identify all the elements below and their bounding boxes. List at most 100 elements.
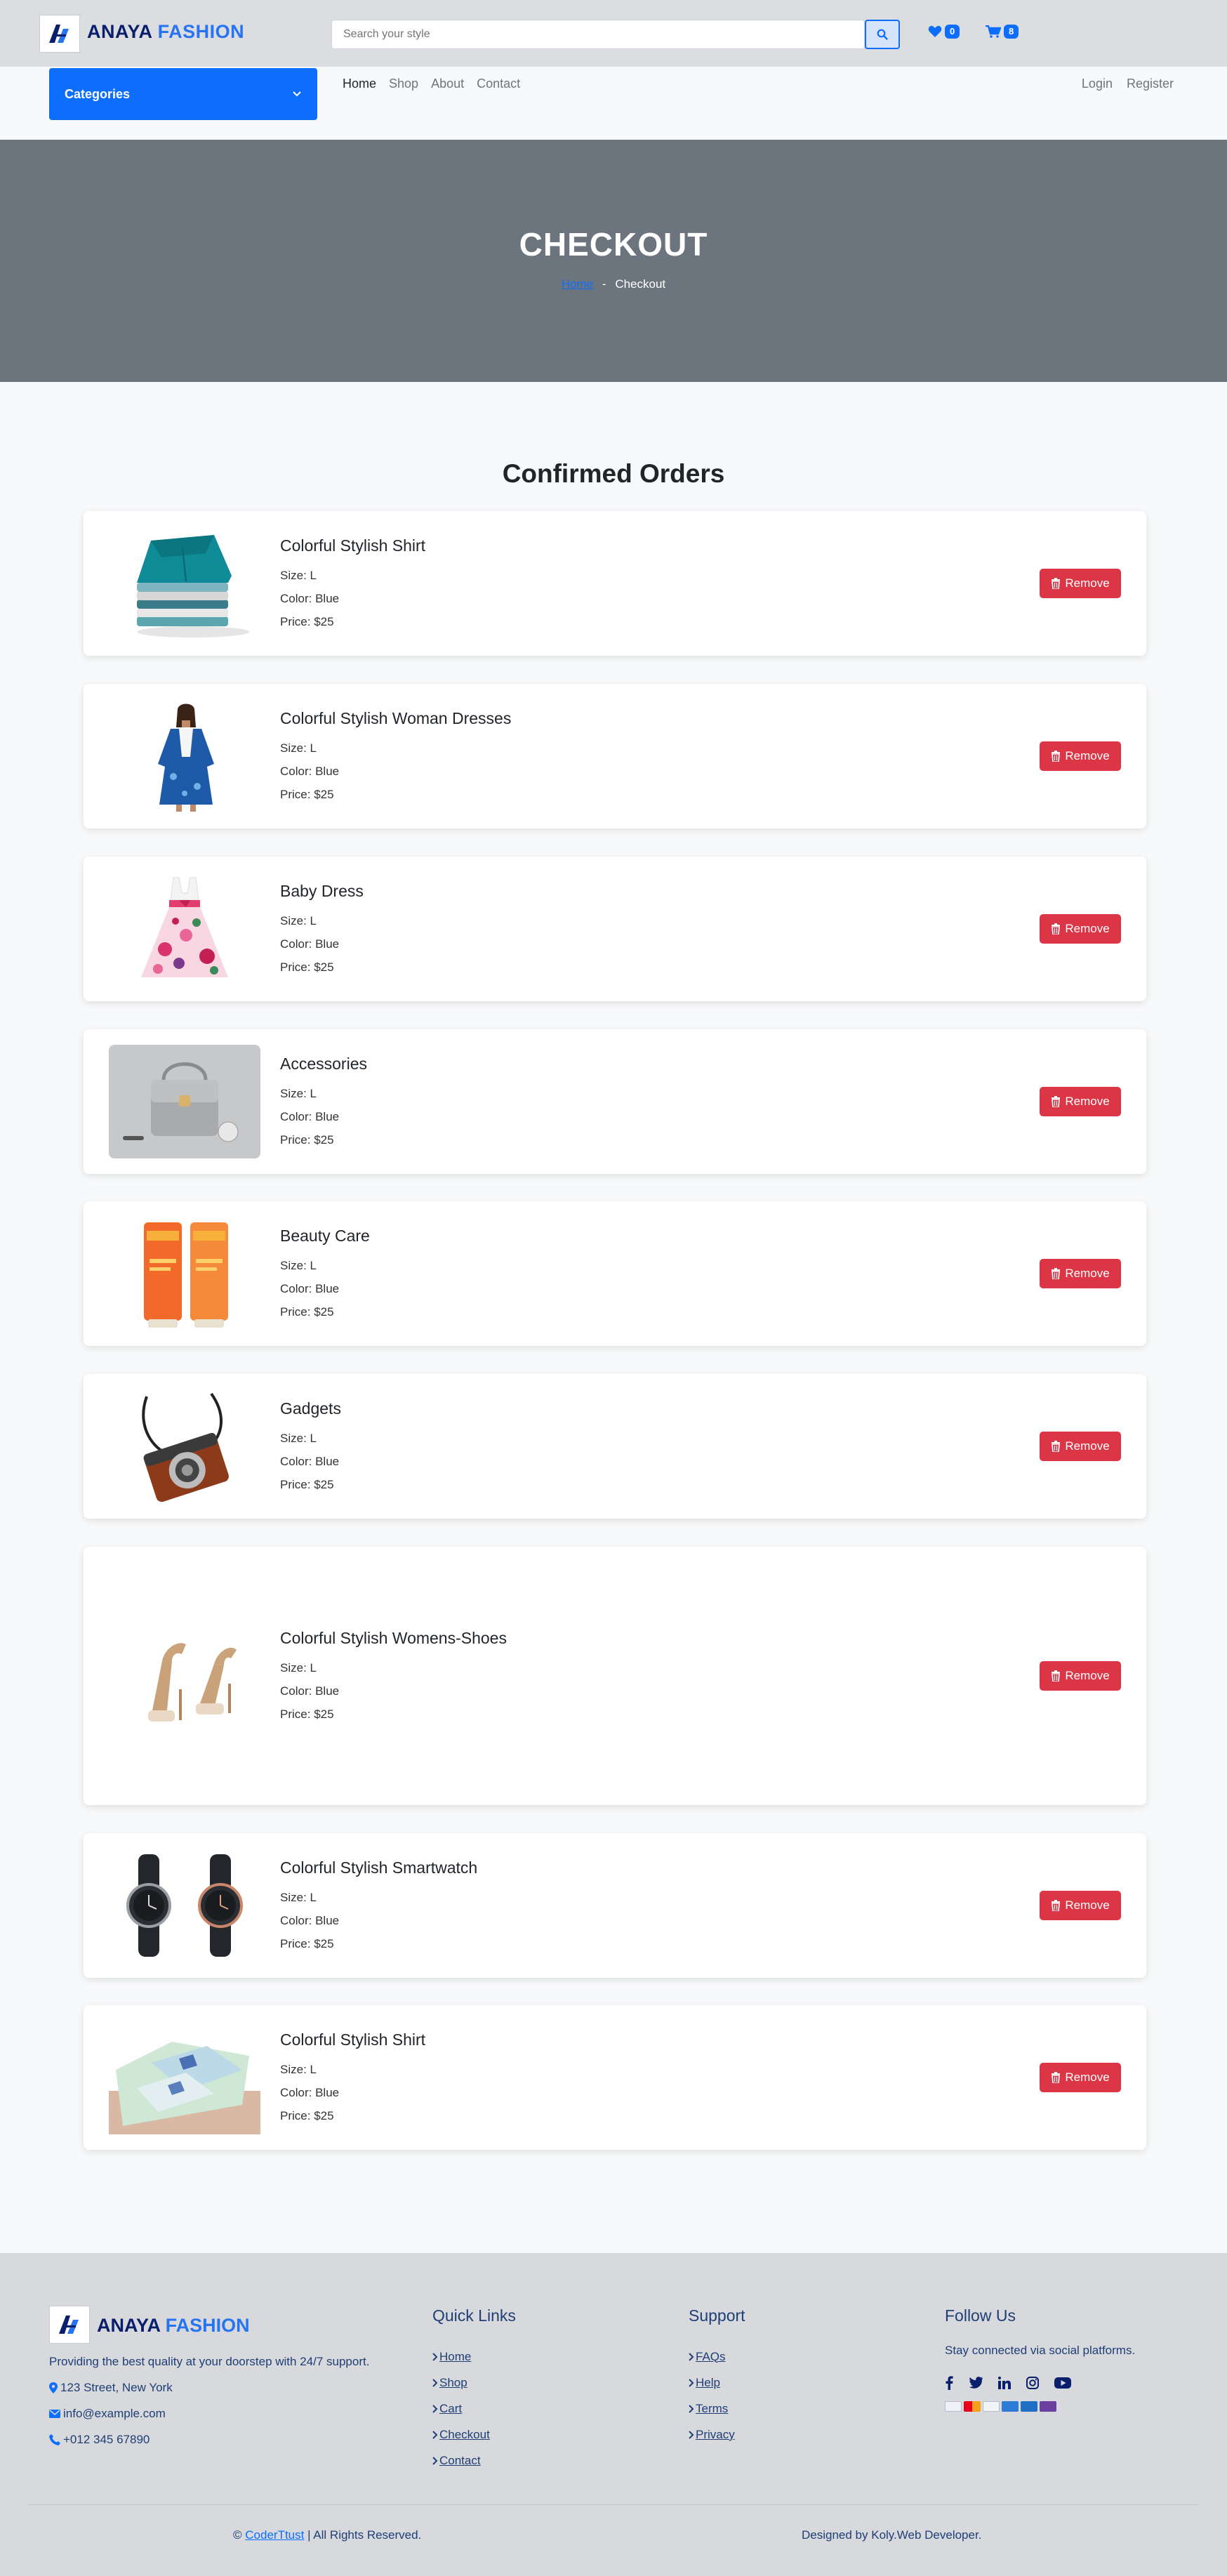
product-image <box>109 1045 260 1158</box>
login-link[interactable]: Login <box>1082 77 1113 91</box>
price-value: $25 <box>314 960 334 974</box>
search-button[interactable] <box>865 20 900 49</box>
chevron-right-icon <box>689 2352 694 2361</box>
watches-icon <box>126 1854 243 1957</box>
discover-icon <box>1040 2401 1056 2412</box>
cart-button[interactable]: 8 <box>986 25 1019 39</box>
footer-link-label: Help <box>696 2375 720 2389</box>
nav-home[interactable]: Home <box>343 77 376 91</box>
follow-text: Stay connected via social platforms. <box>945 2344 1136 2357</box>
order-card: Colorful Stylish Woman Dresses Size: L C… <box>84 684 1146 828</box>
brand-name[interactable]: ANAYA FASHION <box>87 21 244 43</box>
facebook-icon[interactable] <box>945 2376 953 2390</box>
instagram-icon[interactable] <box>1026 2377 1039 2389</box>
twitter-icon[interactable] <box>969 2377 983 2389</box>
size-value: L <box>310 1432 317 1445</box>
baby-dress-icon <box>141 877 228 977</box>
footer-link-label: Cart <box>439 2401 463 2415</box>
remove-button[interactable]: Remove <box>1040 1661 1121 1691</box>
footer-link-terms[interactable]: Terms <box>689 2396 745 2422</box>
product-price: Price: $25 <box>280 783 511 806</box>
remove-button[interactable]: Remove <box>1040 1432 1121 1461</box>
color-value: Blue <box>315 1684 340 1698</box>
footer-link-shop[interactable]: Shop <box>432 2370 516 2396</box>
nav-about[interactable]: About <box>431 77 464 91</box>
nav-contact[interactable]: Contact <box>477 77 520 91</box>
wishlist-button[interactable]: 0 <box>928 25 960 39</box>
order-card: Baby Dress Size: L Color: Blue Price: $2… <box>84 857 1146 1001</box>
categories-dropdown[interactable]: Categories <box>49 68 317 120</box>
footer-phone-text: +012 345 67890 <box>63 2433 150 2446</box>
color-value: Blue <box>315 2086 340 2099</box>
logo[interactable] <box>39 15 80 53</box>
heels-icon <box>148 1643 237 1722</box>
designed-by: Designed by Koly.Web Developer. <box>802 2528 982 2542</box>
order-card: Gadgets Size: L Color: Blue Price: $25 R… <box>84 1374 1146 1519</box>
trash-icon <box>1052 2072 1061 2083</box>
product-price: Price: $25 <box>280 1932 477 1955</box>
cart-count-badge: 8 <box>1004 25 1019 39</box>
product-size: Size: L <box>280 1427 341 1450</box>
product-image <box>109 1849 260 1962</box>
price-value: $25 <box>314 1305 334 1319</box>
product-size: Size: L <box>280 909 364 932</box>
product-price: Price: $25 <box>280 1703 507 1726</box>
camera-icon <box>142 1392 229 1502</box>
footer-divider <box>28 2504 1199 2505</box>
footer-link-privacy[interactable]: Privacy <box>689 2422 745 2448</box>
footer-link-contact[interactable]: Contact <box>432 2448 516 2473</box>
product-size: Size: L <box>280 1254 370 1277</box>
size-value: L <box>310 914 317 927</box>
remove-button[interactable]: Remove <box>1040 1087 1121 1116</box>
footer-link-faqs[interactable]: FAQs <box>689 2344 745 2370</box>
product-color: Color: Blue <box>280 1105 367 1128</box>
search-input[interactable] <box>331 20 865 49</box>
copyright-link[interactable]: CoderTtust <box>245 2528 304 2542</box>
wishlist-count-badge: 0 <box>945 25 960 39</box>
footer-link-checkout[interactable]: Checkout <box>432 2422 516 2448</box>
remove-button[interactable]: Remove <box>1040 914 1121 944</box>
footer-link-cart[interactable]: Cart <box>432 2396 516 2422</box>
brand-accent: FASHION <box>157 21 245 42</box>
remove-button[interactable]: Remove <box>1040 2063 1121 2092</box>
product-info: Gadgets Size: L Color: Blue Price: $25 <box>280 1399 341 1496</box>
product-image <box>109 1217 260 1330</box>
follow-title: Follow Us <box>945 2306 1016 2325</box>
remove-label: Remove <box>1065 749 1110 762</box>
remove-button[interactable]: Remove <box>1040 1259 1121 1288</box>
remove-button[interactable]: Remove <box>1040 1891 1121 1920</box>
linkedin-icon[interactable] <box>998 2377 1011 2389</box>
footer-brand[interactable]: ANAYA FASHION <box>97 2315 250 2337</box>
footer-link-label: Home <box>439 2349 472 2363</box>
product-price: Price: $25 <box>280 610 425 633</box>
trash-icon <box>1052 1268 1061 1279</box>
price-value: $25 <box>314 1133 334 1147</box>
product-name: Colorful Stylish Shirt <box>280 536 426 555</box>
order-card: Colorful Stylish Shirt Size: L Color: Bl… <box>84 511 1146 656</box>
search-icon <box>877 29 888 40</box>
breadcrumb-current: Checkout <box>615 277 666 291</box>
color-value: Blue <box>315 1110 340 1123</box>
product-name: Baby Dress <box>280 882 364 900</box>
youtube-icon[interactable] <box>1054 2377 1071 2389</box>
chevron-right-icon <box>689 2430 694 2439</box>
remove-button[interactable]: Remove <box>1040 741 1121 771</box>
shirts-icon <box>109 2042 260 2134</box>
size-label: Size: <box>280 741 310 755</box>
copyright: © CoderTtust | All Rights Reserved. <box>233 2528 421 2542</box>
footer-logo[interactable] <box>49 2306 90 2344</box>
visa-icon <box>945 2401 962 2412</box>
trash-icon <box>1052 1096 1061 1107</box>
size-value: L <box>310 741 317 755</box>
footer-link-home[interactable]: Home <box>432 2344 516 2370</box>
nav-shop[interactable]: Shop <box>389 77 418 91</box>
color-label: Color: <box>280 2086 316 2099</box>
breadcrumb-home[interactable]: Home <box>562 277 593 291</box>
payment-methods <box>945 2401 1135 2412</box>
register-link[interactable]: Register <box>1127 77 1174 91</box>
size-label: Size: <box>280 1432 310 1445</box>
footer-link-help[interactable]: Help <box>689 2370 745 2396</box>
size-value: L <box>310 569 317 582</box>
search-bar <box>331 20 900 49</box>
remove-button[interactable]: Remove <box>1040 569 1121 598</box>
